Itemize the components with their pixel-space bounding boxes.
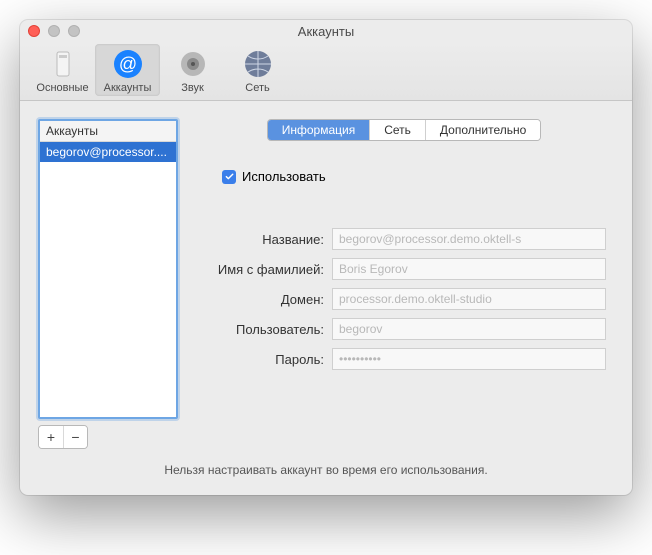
titlebar: Аккаунты <box>20 20 632 42</box>
password-label: Пароль: <box>194 352 324 367</box>
list-controls: + − <box>38 425 88 449</box>
footer-notice: Нельзя настраивать аккаунт во время его … <box>20 459 632 495</box>
toolbar-item-accounts[interactable]: @ Аккаунты <box>95 44 160 96</box>
slider-icon <box>47 48 79 80</box>
account-form: Название: Имя с фамилией: Домен: Пользов… <box>194 228 614 370</box>
domain-field[interactable] <box>332 288 606 310</box>
toolbar-item-general[interactable]: Основные <box>30 44 95 96</box>
tab-segmented-control: Информация Сеть Дополнительно <box>267 119 542 141</box>
toolbar-item-sound[interactable]: Звук <box>160 44 225 96</box>
window-zoom-button[interactable] <box>68 25 80 37</box>
name-label: Название: <box>194 232 324 247</box>
window-minimize-button[interactable] <box>48 25 60 37</box>
tab-network[interactable]: Сеть <box>369 120 425 140</box>
at-icon: @ <box>112 48 144 80</box>
window-title: Аккаунты <box>20 24 632 39</box>
remove-account-button[interactable]: − <box>63 426 87 448</box>
toolbar-label: Сеть <box>227 82 288 94</box>
add-account-button[interactable]: + <box>39 426 63 448</box>
password-field[interactable] <box>332 348 606 370</box>
toolbar-label: Аккаунты <box>97 82 158 94</box>
speaker-icon <box>177 48 209 80</box>
accounts-list[interactable]: Аккаунты begorov@processor.... <box>38 119 178 419</box>
fullname-field[interactable] <box>332 258 606 280</box>
accounts-list-item[interactable]: begorov@processor.... <box>40 142 176 162</box>
fullname-label: Имя с фамилией: <box>194 262 324 277</box>
user-field[interactable] <box>332 318 606 340</box>
toolbar-item-network[interactable]: Сеть <box>225 44 290 96</box>
use-account-label: Использовать <box>242 169 326 184</box>
user-label: Пользователь: <box>194 322 324 337</box>
toolbar-label: Звук <box>162 82 223 94</box>
toolbar: Основные @ Аккаунты Звук Сеть <box>20 42 632 101</box>
accounts-list-header: Аккаунты <box>40 121 176 142</box>
preferences-window: Аккаунты Основные @ Аккаунты Звук Сеть <box>20 20 632 495</box>
globe-icon <box>242 48 274 80</box>
svg-text:@: @ <box>118 54 136 74</box>
tab-info[interactable]: Информация <box>268 120 369 140</box>
name-field[interactable] <box>332 228 606 250</box>
use-account-checkbox[interactable] <box>222 170 236 184</box>
toolbar-label: Основные <box>32 82 93 94</box>
check-icon <box>225 172 234 181</box>
window-close-button[interactable] <box>28 25 40 37</box>
tab-advanced[interactable]: Дополнительно <box>425 120 540 140</box>
domain-label: Домен: <box>194 292 324 307</box>
